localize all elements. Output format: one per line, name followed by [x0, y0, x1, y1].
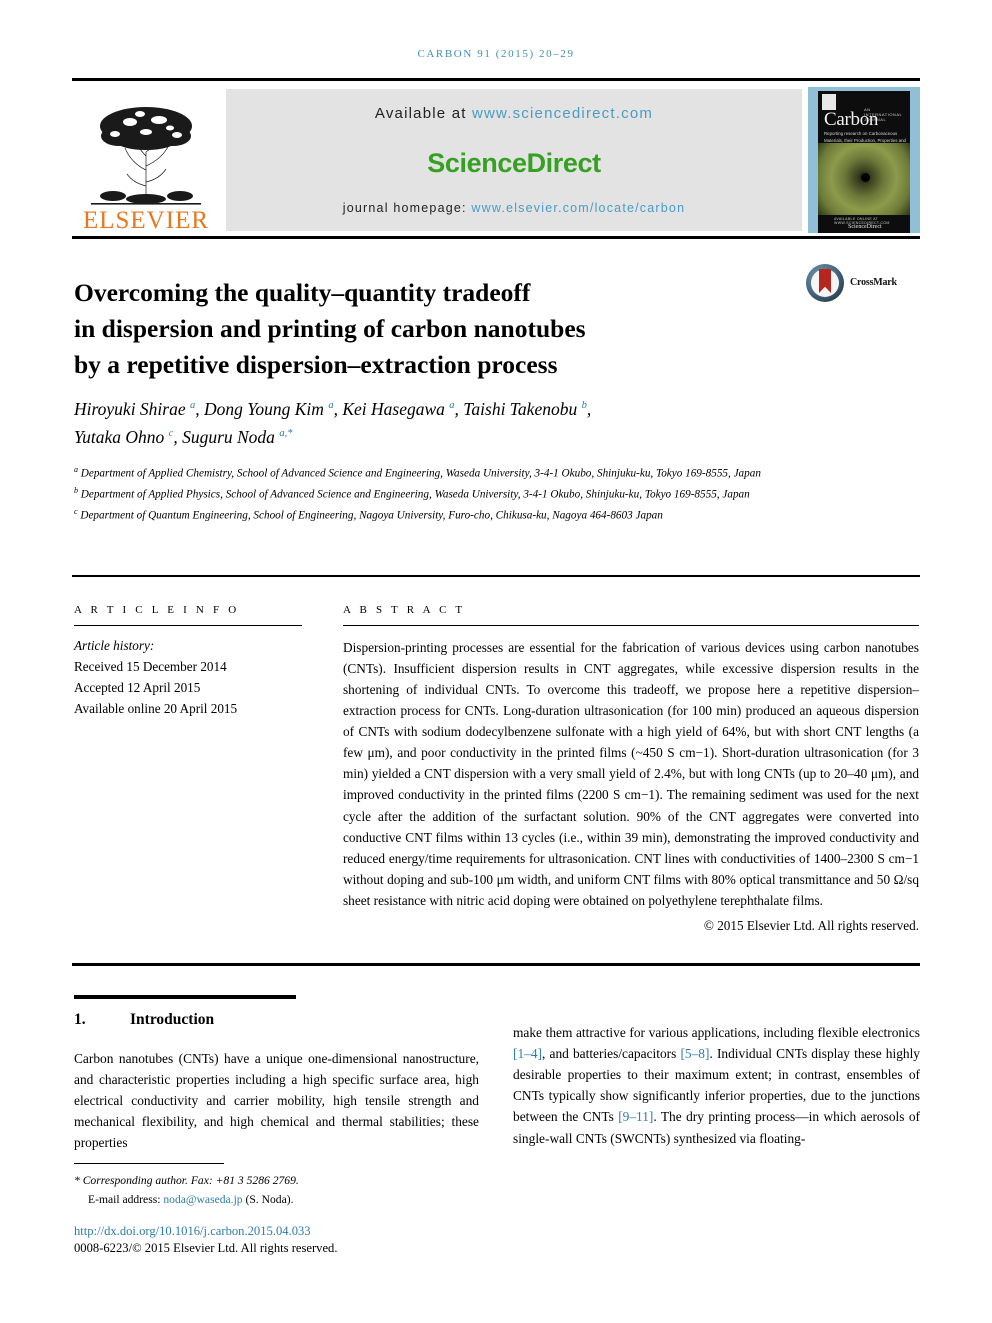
journal-homepage-link[interactable]: www.elsevier.com/locate/carbon	[471, 201, 685, 215]
corresponding-author-note: * Corresponding author. Fax: +81 3 5286 …	[74, 1174, 299, 1187]
email-label: E-mail address:	[88, 1192, 164, 1206]
email-suffix: (S. Noda).	[242, 1192, 294, 1206]
doi-link[interactable]: http://dx.doi.org/10.1016/j.carbon.2015.…	[74, 1224, 311, 1239]
cover-journal-title: Carbon	[824, 109, 879, 130]
email-note: E-mail address: noda@waseda.jp (S. Noda)…	[74, 1191, 494, 1210]
section-heading-introduction: 1. Introduction	[74, 1011, 479, 1029]
article-info-heading: A R T I C L E I N F O	[74, 604, 240, 616]
journal-cover-inner: AN INTERNATIONAL JOURNAL Carbon Reportin…	[818, 91, 910, 233]
abstract-bottom-rule	[72, 963, 920, 966]
abstract-divider	[343, 625, 919, 626]
section-bar	[74, 995, 296, 999]
paper-page: CARBON 91 (2015) 20–29 ELSEVIER Availabl…	[0, 0, 992, 1323]
article-accepted: Accepted 12 April 2015	[74, 679, 201, 695]
article-info-column: A R T I C L E I N F O Article history: R…	[74, 604, 302, 719]
affiliations: a Department of Applied Chemistry, Schoo…	[74, 463, 904, 526]
abstract-text: Dispersion-printing processes are essent…	[343, 640, 919, 908]
intro-paragraph-right: make them attractive for various applica…	[513, 1025, 920, 1146]
issn-copyright-line: 0008-6223/© 2015 Elsevier Ltd. All right…	[74, 1241, 338, 1255]
crossmark-label: CrossMark	[850, 277, 897, 288]
email-link[interactable]: noda@waseda.jp	[163, 1193, 242, 1206]
article-received: Received 15 December 2014	[74, 658, 227, 674]
abstract-top-rule	[72, 575, 920, 577]
journal-cover-image: AN INTERNATIONAL JOURNAL Carbon Reportin…	[808, 87, 920, 233]
corresponding-author-text: Corresponding author. Fax: +81 3 5286 27…	[82, 1174, 299, 1187]
article-info-divider	[74, 625, 302, 626]
elsevier-wordmark: ELSEVIER	[82, 207, 210, 234]
elsevier-logo: ELSEVIER	[72, 85, 220, 235]
top-rule	[72, 78, 920, 81]
intro-left-column: 1. Introduction Carbon nanotubes (CNTs) …	[74, 995, 479, 1154]
abstract-column: A B S T R A C T Dispersion-printing proc…	[343, 604, 919, 934]
affiliation-c-text: Department of Quantum Engineering, Schoo…	[80, 509, 663, 522]
cover-elsevier-mark-icon	[822, 94, 836, 110]
intro-paragraph-left: Carbon nanotubes (CNTs) have a unique on…	[74, 1051, 479, 1151]
author-list: Hiroyuki Shirae a, Dong Young Kim a, Kei…	[74, 399, 592, 448]
elsevier-tree-icon	[85, 100, 207, 206]
footnote-rule	[74, 1163, 224, 1164]
masthead-bottom-rule	[72, 236, 920, 239]
article-available-online: Available online 20 April 2015	[74, 700, 238, 716]
title-line-1: Overcoming the quality–quantity tradeoff	[74, 278, 531, 308]
affiliation-b: b Department of Applied Physics, School …	[74, 486, 750, 501]
article-history: Article history: Received 15 December 20…	[74, 636, 302, 719]
crossmark-badge[interactable]: CrossMark	[806, 264, 916, 306]
cover-footer-brand: ScienceDirect	[848, 224, 882, 230]
affiliation-b-text: Department of Applied Physics, School of…	[80, 488, 750, 501]
affiliation-a-text: Department of Applied Chemistry, School …	[80, 467, 761, 480]
abstract-copyright: © 2015 Elsevier Ltd. All rights reserved…	[703, 917, 919, 933]
title-line-2: in dispersion and printing of carbon nan…	[74, 314, 586, 344]
running-head: CARBON 91 (2015) 20–29	[417, 48, 575, 60]
journal-homepage-label: journal homepage:	[342, 201, 472, 215]
intro-right-column: make them attractive for various applica…	[513, 1022, 920, 1149]
journal-masthead: ELSEVIER Available at www.sciencedirect.…	[72, 85, 920, 235]
affiliation-c: c Department of Quantum Engineering, Sch…	[74, 507, 663, 522]
section-title: Introduction	[130, 1011, 215, 1028]
section-number: 1.	[74, 1011, 86, 1028]
abstract-heading: A B S T R A C T	[343, 604, 466, 616]
article-history-label: Article history:	[74, 638, 155, 653]
cover-photo	[818, 143, 910, 215]
journal-homepage-line: journal homepage: www.elsevier.com/locat…	[343, 201, 685, 215]
sciencedirect-logo[interactable]: ScienceDirect	[427, 148, 601, 179]
crossmark-icon	[806, 264, 844, 302]
sciencedirect-url-link[interactable]: www.sciencedirect.com	[472, 105, 653, 122]
footnote-block: * Corresponding author. Fax: +81 3 5286 …	[74, 1172, 494, 1210]
page-title: Overcoming the quality–quantity tradeoff…	[74, 275, 774, 384]
affiliation-a: a Department of Applied Chemistry, Schoo…	[74, 465, 761, 480]
sciencedirect-banner: Available at www.sciencedirect.com Scien…	[226, 89, 802, 231]
available-at-label: Available at	[374, 105, 472, 122]
available-at-line: Available at www.sciencedirect.com	[375, 105, 653, 122]
title-line-3: by a repetitive dispersion–extraction pr…	[74, 350, 558, 380]
